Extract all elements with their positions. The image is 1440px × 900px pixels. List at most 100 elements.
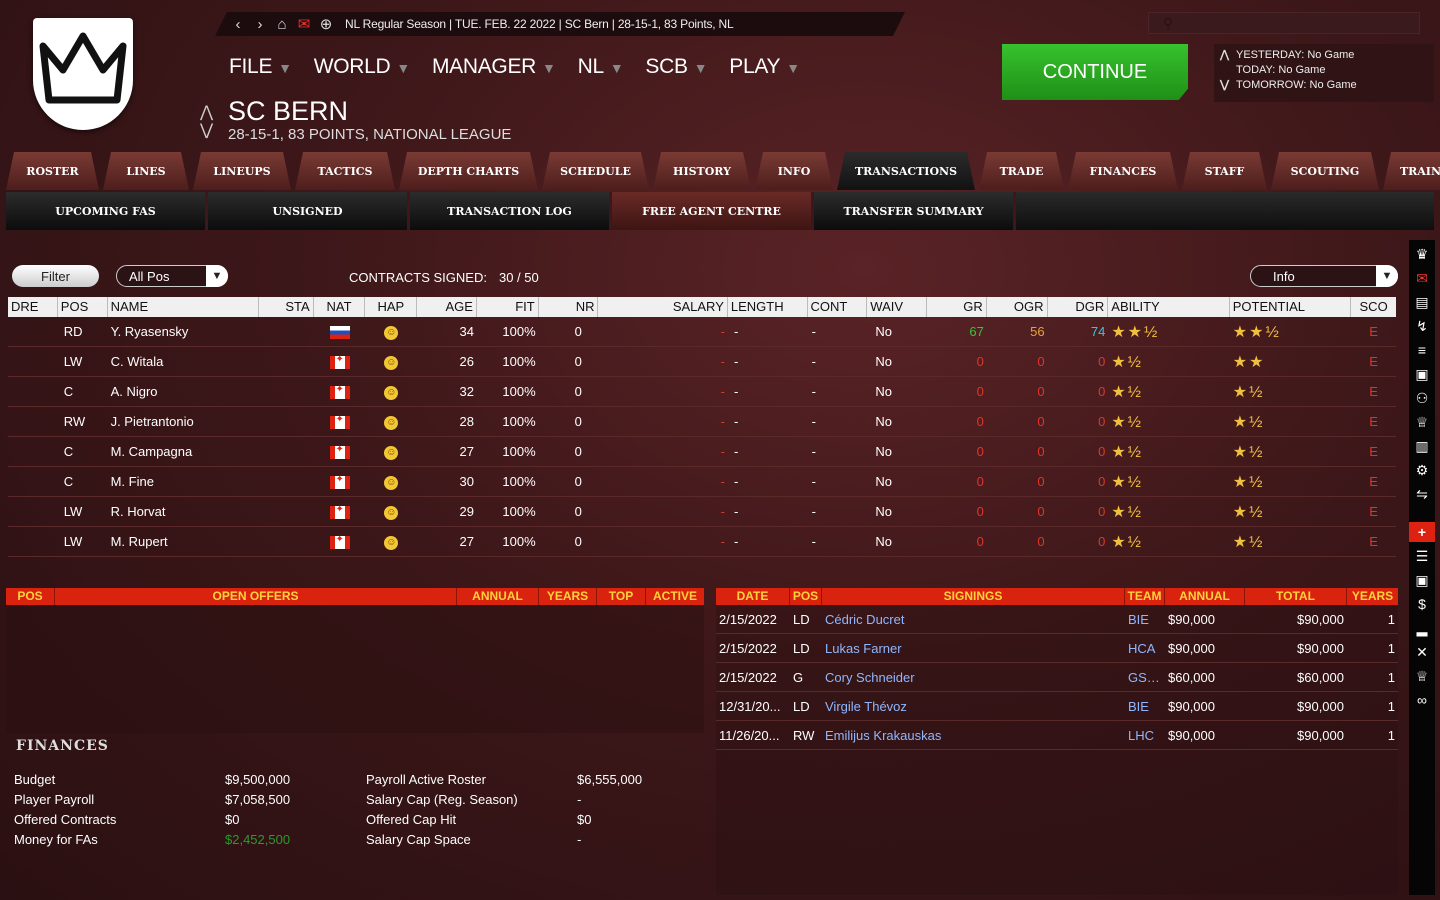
trophy-icon[interactable]: ♕ <box>1409 666 1435 686</box>
col-active[interactable]: ACTIVE <box>646 588 704 605</box>
team-switcher[interactable]: ⋀ ⋁ <box>200 104 213 140</box>
tab-staff[interactable]: STAFF <box>1182 152 1267 190</box>
col-waiv[interactable]: WAIV <box>867 297 928 317</box>
board-icon[interactable]: ▣ <box>1409 570 1435 590</box>
tab-lines[interactable]: LINES <box>103 152 189 190</box>
transfer-icon[interactable]: ⇋ <box>1409 484 1435 504</box>
globe-icon[interactable]: ⊕ <box>315 15 337 33</box>
table-row[interactable]: RW J. Pietrantonio ☺ 28 100% 0 - - - No … <box>8 407 1396 437</box>
table-row[interactable]: C M. Fine ☺ 30 100% 0 - - - No 0 0 0 ★½ … <box>8 467 1396 497</box>
subtab-unsigned[interactable]: UNSIGNED <box>208 192 410 230</box>
board-icon[interactable]: ▣ <box>1409 364 1435 384</box>
signing-team-link[interactable]: HCA <box>1125 641 1165 656</box>
list-icon[interactable]: ☰ <box>1409 546 1435 566</box>
menu-file[interactable]: FILE ▼ <box>229 55 292 79</box>
sticks-icon[interactable]: ✕ <box>1409 642 1435 662</box>
player-name[interactable]: R. Horvat <box>108 504 259 519</box>
col-years[interactable]: YEARS <box>1347 588 1398 605</box>
table-row[interactable]: 11/26/20... RW Emilijus Krakauskas LHC $… <box>716 721 1398 750</box>
tab-info[interactable]: INFO <box>755 152 833 190</box>
menu-play[interactable]: PLAY ▼ <box>729 55 800 79</box>
forward-icon[interactable]: › <box>249 16 271 33</box>
bar-chart-icon[interactable]: ▂ <box>1409 618 1435 638</box>
home-icon[interactable]: ⌂ <box>271 16 293 33</box>
info-select[interactable]: Info ▼ <box>1250 265 1398 287</box>
tab-schedule[interactable]: SCHEDULE <box>542 152 649 190</box>
search-input[interactable]: ⚲ <box>1148 12 1420 34</box>
table-row[interactable]: 2/15/2022 G Cory Schneider GSHC $60,000 … <box>716 663 1398 692</box>
table-row[interactable]: 12/31/20... LD Virgile Thévoz BIE $90,00… <box>716 692 1398 721</box>
col-length[interactable]: LENGTH <box>728 297 808 317</box>
col-ability[interactable]: ABILITY <box>1108 297 1230 317</box>
col-top[interactable]: TOP <box>597 588 646 605</box>
tab-roster[interactable]: ROSTER <box>6 152 99 190</box>
col-pos[interactable]: POS <box>790 588 822 605</box>
col-date[interactable]: DATE <box>716 588 790 605</box>
tab-transactions[interactable]: TRANSACTIONS <box>837 152 975 190</box>
col-fit[interactable]: FIT <box>477 297 539 317</box>
trophy-icon[interactable]: ♕ <box>1409 412 1435 432</box>
tab-finances[interactable]: FINANCES <box>1068 152 1178 190</box>
tab-train[interactable]: TRAIN <box>1383 152 1440 190</box>
signing-player-link[interactable]: Cory Schneider <box>822 670 1125 685</box>
people-icon[interactable]: ⚇ <box>1409 388 1435 408</box>
menu-scb[interactable]: SCB ▼ <box>645 55 707 79</box>
player-name[interactable]: C. Witala <box>108 354 259 369</box>
subtab-free-agent-centre[interactable]: FREE AGENT CENTRE <box>612 192 814 230</box>
player-name[interactable]: M. Rupert <box>108 534 259 549</box>
col-ogr[interactable]: OGR <box>987 297 1048 317</box>
signing-player-link[interactable]: Cédric Ducret <box>822 612 1125 627</box>
clipboard-icon[interactable]: ▤ <box>1409 292 1435 312</box>
signing-team-link[interactable]: GSHC <box>1125 670 1165 685</box>
signing-player-link[interactable]: Virgile Thévoz <box>822 699 1125 714</box>
menu-manager[interactable]: MANAGER ▼ <box>432 55 556 79</box>
mail-icon[interactable]: ✉ <box>1409 268 1435 288</box>
table-row[interactable]: C A. Nigro ☺ 32 100% 0 - - - No 0 0 0 ★½… <box>8 377 1396 407</box>
continue-button[interactable]: CONTINUE <box>1002 44 1188 100</box>
crest-icon[interactable]: ♛ <box>1409 244 1435 264</box>
user-settings-icon[interactable]: ⚙ <box>1409 460 1435 480</box>
col-cont[interactable]: CONT <box>808 297 868 317</box>
player-name[interactable]: Y. Ryasensky <box>108 324 259 339</box>
table-row[interactable]: LW R. Horvat ☺ 29 100% 0 - - - No 0 0 0 … <box>8 497 1396 527</box>
tab-history[interactable]: HISTORY <box>653 152 751 190</box>
tab-tactics[interactable]: TACTICS <box>295 152 395 190</box>
col-sco[interactable]: SCO <box>1351 297 1396 317</box>
table-row[interactable]: 2/15/2022 LD Lukas Farner HCA $90,000 $9… <box>716 634 1398 663</box>
signing-player-link[interactable]: Emilijus Krakauskas <box>822 728 1125 743</box>
col-salary[interactable]: SALARY <box>598 297 728 317</box>
filter-button[interactable]: Filter <box>12 265 99 287</box>
swiss-flag-icon[interactable]: + <box>1409 522 1435 542</box>
menu-nl[interactable]: NL ▼ <box>578 55 624 79</box>
col-nat[interactable]: NAT <box>314 297 366 317</box>
col-years[interactable]: YEARS <box>539 588 597 605</box>
subtab-transfer-summary[interactable]: TRANSFER SUMMARY <box>814 192 1016 230</box>
back-icon[interactable]: ‹ <box>227 16 249 33</box>
tab-depth-charts[interactable]: DEPTH CHARTS <box>399 152 538 190</box>
subtab-transaction-log[interactable]: TRANSACTION LOG <box>410 192 612 230</box>
col-age[interactable]: AGE <box>417 297 477 317</box>
document-icon[interactable]: ▥ <box>1409 436 1435 456</box>
table-row[interactable]: 2/15/2022 LD Cédric Ducret BIE $90,000 $… <box>716 605 1398 634</box>
binoculars-icon[interactable]: ∞ <box>1409 690 1435 710</box>
signing-team-link[interactable]: BIE <box>1125 612 1165 627</box>
chevron-up-icon[interactable]: ⋀ <box>1220 48 1232 63</box>
chevron-down-icon[interactable]: ⋁ <box>1220 78 1232 93</box>
stick-icon[interactable]: ↯ <box>1409 316 1435 336</box>
player-name[interactable]: A. Nigro <box>108 384 259 399</box>
col-gr[interactable]: GR <box>927 297 987 317</box>
col-total[interactable]: TOTAL <box>1245 588 1347 605</box>
signing-team-link[interactable]: LHC <box>1125 728 1165 743</box>
col-team[interactable]: TEAM <box>1125 588 1165 605</box>
chevron-down-icon[interactable]: ▼ <box>1376 265 1398 287</box>
col-nr[interactable]: NR <box>539 297 599 317</box>
mail-icon[interactable]: ✉ <box>293 15 315 33</box>
chevron-down-icon[interactable]: ▼ <box>206 265 228 287</box>
player-name[interactable]: J. Pietrantonio <box>108 414 259 429</box>
dollar-icon[interactable]: $ <box>1409 594 1435 614</box>
tab-lineups[interactable]: LINEUPS <box>193 152 291 190</box>
col-annual[interactable]: ANNUAL <box>457 588 539 605</box>
player-name[interactable]: M. Campagna <box>108 444 259 459</box>
chevron-up-icon[interactable]: ⋀ <box>200 104 213 122</box>
col-sta[interactable]: STA <box>259 297 314 317</box>
